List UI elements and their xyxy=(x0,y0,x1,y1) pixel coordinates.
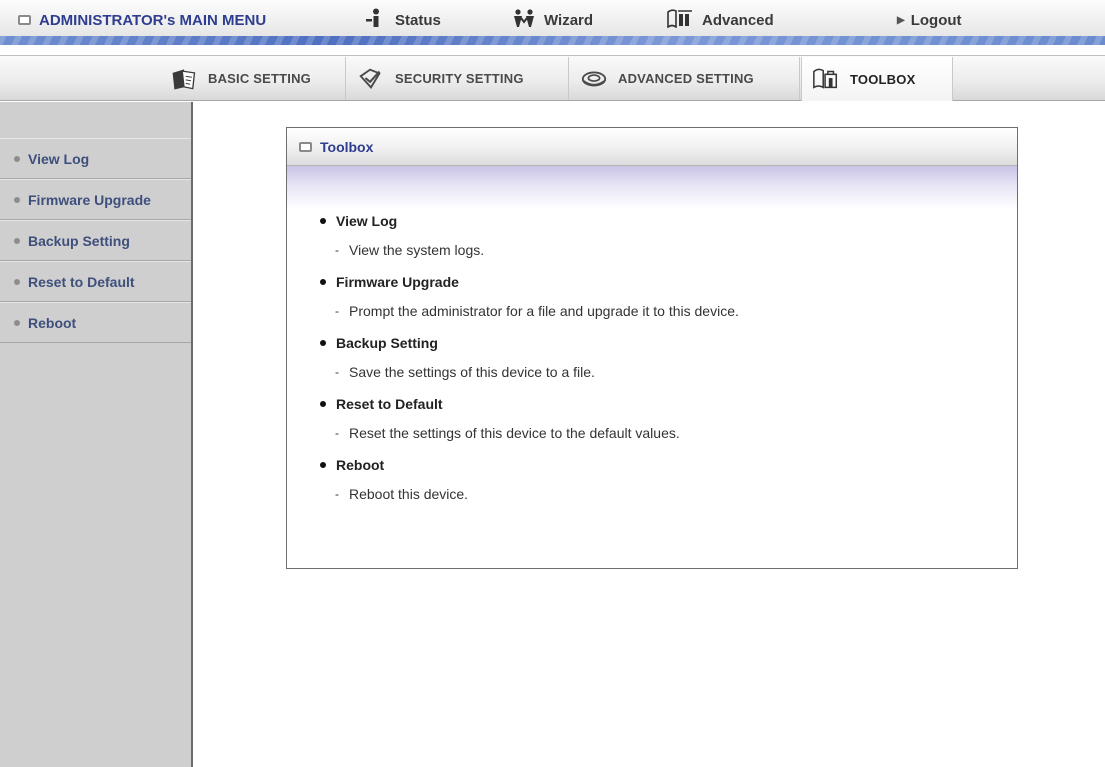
sidebar-item-label: Reboot xyxy=(28,314,77,331)
person-info-icon xyxy=(365,8,387,32)
document-stack-icon xyxy=(170,67,198,91)
tool-item-description: - Reset the settings of this device to t… xyxy=(320,424,739,442)
window-square-icon xyxy=(18,15,31,25)
dash-icon: - xyxy=(335,365,339,379)
dash-icon: - xyxy=(335,487,339,501)
panel-header: Toolbox xyxy=(287,128,1017,166)
tab-toolbox[interactable]: TOOLBOX xyxy=(801,57,953,101)
toolbox-item-list: View Log - View the system logs. Firmwar… xyxy=(320,212,739,517)
sidebar-top-spacer xyxy=(0,102,191,138)
panel-gradient-strip xyxy=(287,166,1017,210)
tool-item-desc-text: Reboot this device. xyxy=(349,486,469,502)
toolbox-icon xyxy=(812,67,840,91)
list-item: Backup Setting - Save the settings of th… xyxy=(320,334,739,381)
nav-status-label: Status xyxy=(395,11,441,29)
bullet-icon xyxy=(320,279,326,285)
list-item: Reset to Default - Reset the settings of… xyxy=(320,395,739,442)
dash-icon: - xyxy=(335,426,339,440)
tool-item-title: Reboot xyxy=(320,456,739,474)
bullet-dot-icon xyxy=(14,155,20,162)
tool-item-title-text: View Log xyxy=(336,213,398,229)
tab-advanced-setting[interactable]: ADVANCED SETTING xyxy=(570,57,800,100)
tab-security-setting-label: SECURITY SETTING xyxy=(395,71,524,86)
tool-item-title: Backup Setting xyxy=(320,334,739,352)
nav-advanced-link[interactable]: Advanced xyxy=(666,8,774,32)
wizard-people-icon xyxy=(512,8,536,32)
gear-disc-icon xyxy=(580,67,608,91)
settings-tab-bar: BASIC SETTING SECURITY SETTING ADVANCED … xyxy=(0,55,1105,101)
tool-item-description: - Save the settings of this device to a … xyxy=(320,363,739,381)
nav-wizard-link[interactable]: Wizard xyxy=(512,8,593,32)
bullet-icon xyxy=(320,218,326,224)
list-item: Firmware Upgrade - Prompt the administra… xyxy=(320,273,739,320)
shield-check-icon xyxy=(357,67,385,91)
tool-item-title: Reset to Default xyxy=(320,395,739,413)
toolbox-panel: Toolbox View Log - View the system logs.… xyxy=(286,127,1018,569)
advanced-book-icon xyxy=(666,8,694,32)
list-item: View Log - View the system logs. xyxy=(320,212,739,259)
sidebar-item-view-log[interactable]: View Log xyxy=(0,138,191,179)
tool-item-desc-text: Save the settings of this device to a fi… xyxy=(349,364,595,380)
bullet-icon xyxy=(320,462,326,468)
tool-item-title: View Log xyxy=(320,212,739,230)
bullet-icon xyxy=(320,340,326,346)
nav-logout-link[interactable]: ▶ Logout xyxy=(897,8,962,32)
tool-item-title-text: Reboot xyxy=(336,457,385,473)
sidebar-item-firmware-upgrade[interactable]: Firmware Upgrade xyxy=(0,179,191,220)
bullet-dot-icon xyxy=(14,237,20,244)
tool-item-desc-text: Reset the settings of this device to the… xyxy=(349,425,680,441)
tool-item-description: - Prompt the administrator for a file an… xyxy=(320,302,739,320)
sidebar-item-label: Firmware Upgrade xyxy=(28,191,151,208)
tab-basic-setting[interactable]: BASIC SETTING xyxy=(160,57,346,100)
sidebar-item-reset-to-default[interactable]: Reset to Default xyxy=(0,261,191,302)
admin-main-menu-title: ADMINISTRATOR's MAIN MENU xyxy=(18,10,266,30)
tab-advanced-setting-label: ADVANCED SETTING xyxy=(618,71,754,86)
dash-icon: - xyxy=(335,243,339,257)
tool-item-title-text: Reset to Default xyxy=(336,396,443,412)
dash-icon: - xyxy=(335,304,339,318)
triangle-right-icon: ▶ xyxy=(897,14,905,26)
sidebar-item-reboot[interactable]: Reboot xyxy=(0,302,191,343)
sidebar-item-label: Reset to Default xyxy=(28,273,135,290)
sidebar-item-label: Backup Setting xyxy=(28,232,130,249)
bullet-dot-icon xyxy=(14,319,20,326)
sidebar-item-label: View Log xyxy=(28,150,90,167)
tool-item-description: - View the system logs. xyxy=(320,241,739,259)
nav-logout-label: Logout xyxy=(910,11,962,29)
tool-item-desc-text: Prompt the administrator for a file and … xyxy=(349,303,739,319)
window-square-icon xyxy=(299,141,312,152)
tool-item-description: - Reboot this device. xyxy=(320,485,739,503)
bullet-dot-icon xyxy=(14,278,20,285)
sidebar: View Log Firmware Upgrade Backup Setting… xyxy=(0,102,193,767)
tool-item-title: Firmware Upgrade xyxy=(320,273,739,291)
tool-item-desc-text: View the system logs. xyxy=(349,242,485,258)
tab-basic-setting-label: BASIC SETTING xyxy=(208,71,311,86)
list-item: Reboot - Reboot this device. xyxy=(320,456,739,503)
nav-status-link[interactable]: Status xyxy=(365,8,441,32)
nav-advanced-label: Advanced xyxy=(702,11,774,29)
tab-toolbox-label: TOOLBOX xyxy=(850,71,916,87)
tool-item-title-text: Backup Setting xyxy=(336,335,438,351)
decorative-blue-stripe xyxy=(0,36,1105,45)
sidebar-item-backup-setting[interactable]: Backup Setting xyxy=(0,220,191,261)
bullet-icon xyxy=(320,401,326,407)
nav-wizard-label: Wizard xyxy=(544,11,594,29)
tab-security-setting[interactable]: SECURITY SETTING xyxy=(347,57,569,100)
admin-main-menu-label: ADMINISTRATOR's MAIN MENU xyxy=(39,11,267,29)
panel-title: Toolbox xyxy=(320,138,374,155)
tool-item-title-text: Firmware Upgrade xyxy=(336,274,459,290)
bullet-dot-icon xyxy=(14,196,20,203)
main-menu-bar: ADMINISTRATOR's MAIN MENU Status Wizard xyxy=(0,0,1105,45)
